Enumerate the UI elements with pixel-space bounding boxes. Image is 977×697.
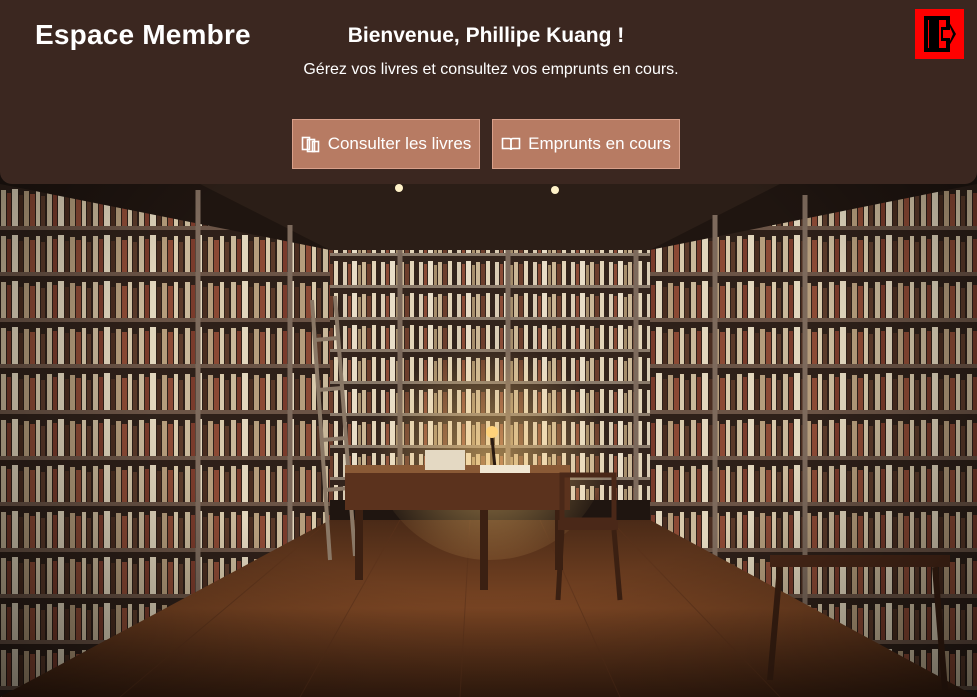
browse-books-label: Consulter les livres <box>327 134 472 153</box>
logout-button[interactable] <box>915 9 964 59</box>
header: Espace Membre Bienvenue, Phillipe Kuang … <box>0 0 977 184</box>
current-loans-label: Emprunts en cours <box>528 134 671 153</box>
welcome-subtitle: Gérez vos livres et consultez vos emprun… <box>303 61 679 78</box>
books-icon <box>301 136 319 153</box>
browse-books-button[interactable]: Consulter les livres <box>292 119 480 169</box>
welcome-heading: Bienvenue, Phillipe Kuang ! <box>347 24 625 47</box>
member-space-page: Espace Membre Bienvenue, Phillipe Kuang … <box>0 0 977 697</box>
door-exit-icon <box>923 16 956 52</box>
current-loans-button[interactable]: Emprunts en cours <box>492 119 680 169</box>
open-book-icon <box>501 137 521 151</box>
